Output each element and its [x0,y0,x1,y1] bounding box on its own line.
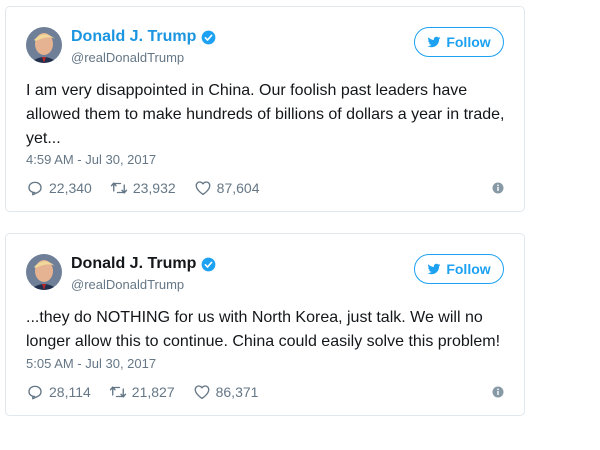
retweet-icon [109,386,126,398]
retweet-button[interactable]: 23,932 [110,179,176,197]
user-handle[interactable]: @realDonaldTrump [71,50,184,65]
user-handle[interactable]: @realDonaldTrump [71,277,184,292]
tweet-text: ...they do NOTHING for us with North Kor… [26,309,501,350]
follow-button[interactable]: Follow [414,27,504,57]
like-button[interactable]: 86,371 [193,383,259,401]
follow-button[interactable]: Follow [414,254,504,284]
like-count: 86,371 [215,384,259,400]
heart-icon [195,181,211,196]
reply-icon [28,385,42,400]
like-button[interactable]: 87,604 [194,179,260,197]
retweet-count: 21,827 [131,384,175,400]
reply-button[interactable]: 28,114 [26,383,91,401]
tweet-actions: 28,114 21,827 86,371 [26,382,504,402]
verified-badge-icon [201,30,216,44]
like-count: 87,604 [216,180,260,196]
reply-count: 22,340 [49,180,92,196]
info-icon[interactable] [492,182,504,194]
retweet-button[interactable]: 21,827 [109,383,175,401]
avatar[interactable] [26,254,62,290]
reply-button[interactable]: 22,340 [26,179,92,197]
heart-icon [194,385,210,400]
reply-icon [28,181,42,196]
twitter-bird-icon [427,263,441,275]
retweet-icon [110,182,128,194]
tweet-timestamp[interactable]: 5:05 AM - Jul 30, 2017 [26,356,156,371]
verified-badge-icon [201,257,216,271]
follow-label: Follow [446,34,491,50]
tweet-timestamp[interactable]: 4:59 AM - Jul 30, 2017 [26,152,156,167]
tweet-text: I am very disappointed in China. Our foo… [26,82,505,147]
twitter-bird-icon [427,36,441,48]
avatar[interactable] [26,27,62,63]
reply-count: 28,114 [49,384,91,400]
tweet-card[interactable]: Donald J. Trump @realDonaldTrump Follow … [5,6,525,212]
follow-label: Follow [446,261,491,277]
display-name-text[interactable]: Donald J. Trump [71,28,196,46]
display-name-text[interactable]: Donald J. Trump [71,255,196,273]
tweet-card[interactable]: Donald J. Trump @realDonaldTrump Follow … [5,233,525,416]
retweet-count: 23,932 [132,180,176,196]
tweet-actions: 22,340 23,932 87,604 [26,178,504,198]
display-name[interactable]: Donald J. Trump [71,255,216,273]
info-icon[interactable] [492,386,504,398]
display-name[interactable]: Donald J. Trump [71,28,216,46]
